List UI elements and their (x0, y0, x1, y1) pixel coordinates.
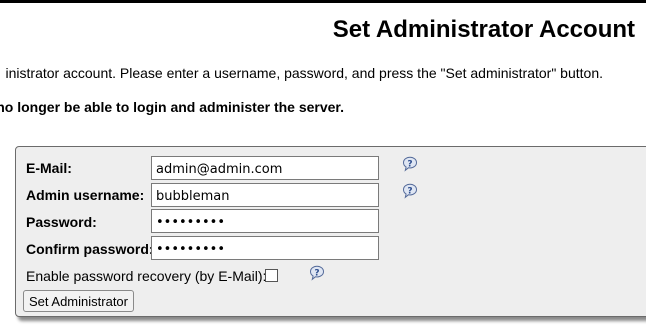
username-label: Admin username: (26, 187, 145, 203)
page-title: Set Administrator Account (332, 16, 635, 43)
confirm-password-field[interactable] (151, 236, 379, 260)
set-administrator-button[interactable]: Set Administrator (23, 290, 134, 312)
warning-text: no longer be able to login and administe… (0, 99, 344, 115)
intro-text: inistrator account. Please enter a usern… (5, 65, 603, 81)
admin-username-field[interactable] (151, 183, 379, 207)
svg-text:?: ? (407, 159, 412, 169)
help-question-icon[interactable]: ? (402, 156, 418, 172)
svg-text:?: ? (314, 268, 319, 278)
email-label: E-Mail: (26, 160, 72, 176)
password-recovery-label: Enable password recovery (by E-Mail): (26, 268, 267, 284)
password-label: Password: (26, 214, 97, 230)
top-rule (0, 0, 646, 3)
password-field[interactable] (151, 209, 379, 233)
password-recovery-checkbox[interactable] (265, 269, 278, 282)
email-field[interactable] (151, 156, 379, 180)
help-question-icon[interactable]: ? (402, 183, 418, 199)
svg-text:?: ? (407, 186, 412, 196)
help-question-icon[interactable]: ? (309, 265, 325, 281)
confirm-password-label: Confirm password: (26, 241, 154, 257)
